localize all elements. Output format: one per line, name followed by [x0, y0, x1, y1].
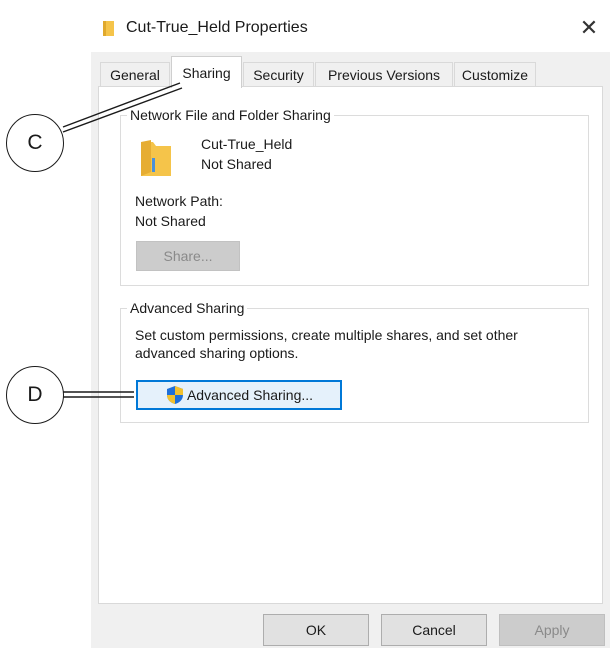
callout-leader-lines	[62, 82, 183, 398]
callout-c: C	[6, 114, 64, 172]
callout-c-label: C	[27, 131, 43, 154]
callout-d-label: D	[27, 383, 43, 406]
callout-d: D	[6, 366, 64, 424]
